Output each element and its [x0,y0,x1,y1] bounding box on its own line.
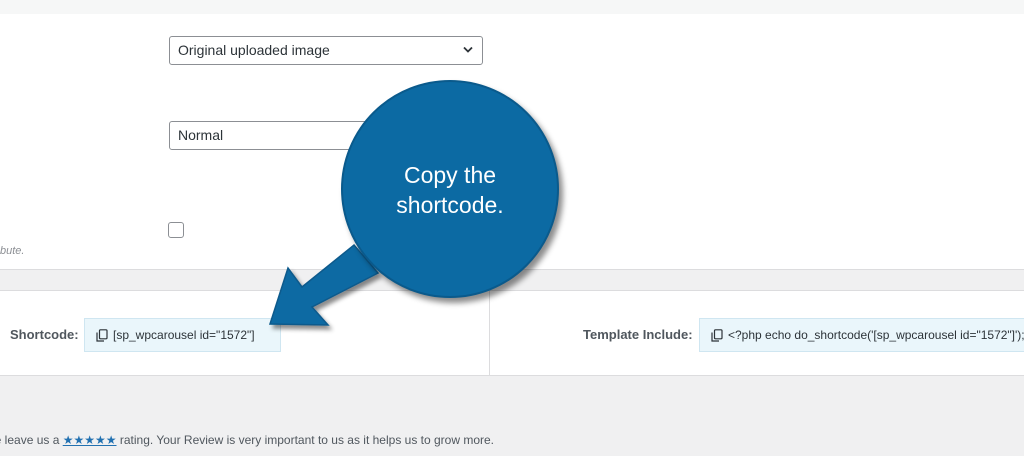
shortcode-value: [sp_wpcarousel id="1572"] [113,328,255,342]
chevron-down-icon [463,46,473,53]
callout-line-1: Copy the [403,162,497,188]
footer-text-after: rating. Your Review is very important to… [116,433,495,447]
template-include-box[interactable]: <?php echo do_shortcode('[sp_wpcarousel … [699,318,1024,352]
shortcode-label: Shortcode: [10,327,79,342]
template-include-label: Template Include: [583,327,693,342]
page: Original uploaded image Normal bute. Sho… [0,0,1024,456]
footer-text-before: ase leave us a [0,433,60,447]
rating-stars-link[interactable]: ★★★★★ [63,433,117,447]
footer-review-text: ase leave us a ★★★★★ rating. Your Review… [0,433,494,447]
top-strip [0,0,1024,14]
callout-bubble: Copy the shortcode. [341,80,559,298]
style-select[interactable]: Normal [169,121,369,150]
option-checkbox[interactable] [168,222,184,238]
copy-icon[interactable] [711,329,723,342]
style-select-value: Normal [178,127,224,143]
shortcode-bar: Shortcode: [sp_wpcarousel id="1572"] Tem… [0,290,1024,376]
copy-icon[interactable] [96,329,108,342]
image-size-select[interactable]: Original uploaded image [169,36,483,65]
template-include-value: <?php echo do_shortcode('[sp_wpcarousel … [728,328,1024,342]
shortcode-box[interactable]: [sp_wpcarousel id="1572"] [84,318,281,352]
section-divider [489,291,490,375]
field-description: bute. [0,245,25,257]
image-size-select-value: Original uploaded image [178,42,330,58]
callout-line-2: shortcode. [396,192,504,218]
